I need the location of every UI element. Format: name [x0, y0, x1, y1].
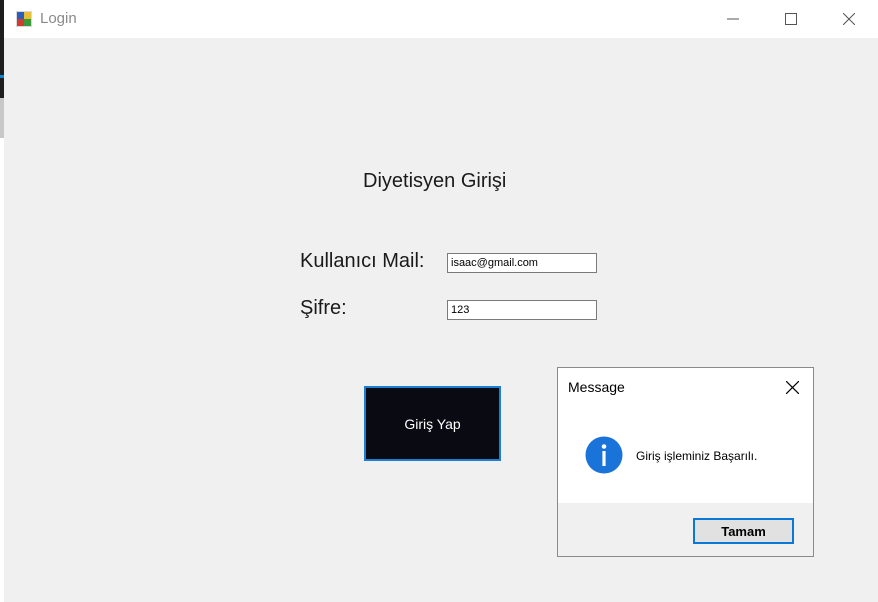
mail-input[interactable]: [447, 253, 597, 273]
minimize-button[interactable]: [704, 0, 762, 38]
page-title: Diyetisyen Girişi: [363, 170, 507, 192]
minimize-icon: [727, 18, 739, 20]
close-button[interactable]: [820, 0, 878, 38]
message-dialog: Message Giriş işleminiz Başarılı. Tamam: [557, 367, 814, 557]
login-button[interactable]: Giriş Yap: [364, 386, 501, 461]
dialog-title: Message: [568, 379, 625, 395]
password-label: Şifre:: [300, 297, 347, 319]
dialog-message: Giriş işleminiz Başarılı.: [636, 449, 758, 463]
password-input[interactable]: [447, 300, 597, 320]
info-icon: [585, 436, 623, 474]
maximize-icon: [785, 13, 797, 25]
maximize-button[interactable]: [762, 0, 820, 38]
dialog-footer: Tamam: [558, 503, 813, 556]
close-icon: [843, 13, 855, 25]
title-bar: Login: [4, 0, 878, 38]
dialog-close-button[interactable]: [771, 368, 813, 406]
window-title: Login: [40, 10, 77, 27]
close-icon: [785, 380, 799, 394]
mail-label: Kullanıcı Mail:: [300, 250, 425, 272]
ok-button[interactable]: Tamam: [693, 518, 794, 544]
app-window-icon: [16, 11, 32, 27]
